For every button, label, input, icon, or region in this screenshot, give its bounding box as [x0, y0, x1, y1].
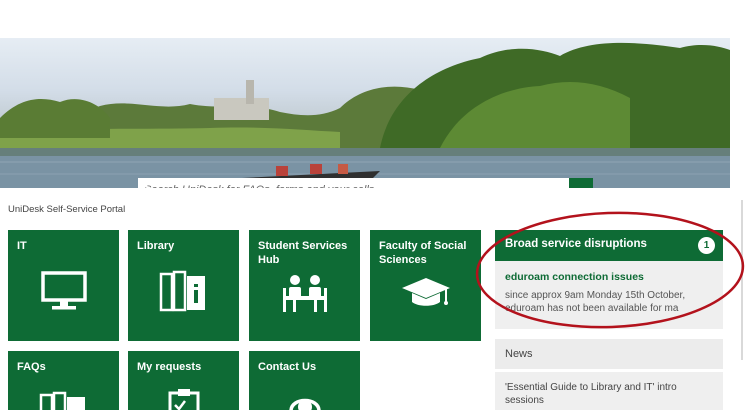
- headset-icon: [249, 389, 360, 410]
- monitor-icon: [8, 270, 119, 312]
- books-icon: [128, 268, 239, 314]
- news-header: News: [495, 339, 723, 369]
- disruptions-count-badge: 1: [698, 237, 715, 254]
- tile-label: FAQs: [17, 361, 46, 373]
- scrollbar-edge: [741, 200, 743, 360]
- tile-it[interactable]: IT: [8, 230, 119, 341]
- books-icon: [8, 389, 119, 410]
- disruption-item-title[interactable]: eduroam connection issues: [505, 271, 713, 283]
- disruptions-title: Broad service disruptions: [505, 238, 647, 250]
- tile-label: Contact Us: [258, 361, 317, 373]
- tile-label: My requests: [137, 361, 202, 373]
- text-fade-overlay: [633, 313, 723, 329]
- search-icon: [138, 178, 150, 188]
- tile-contact-us[interactable]: Contact Us: [249, 351, 360, 410]
- tile-label: IT: [17, 240, 27, 252]
- tile-library[interactable]: Library: [128, 230, 239, 341]
- clipboard-icon: [128, 387, 239, 410]
- tile-label: Student Services Hub: [258, 240, 348, 266]
- disruptions-header[interactable]: Broad service disruptions 1: [495, 230, 723, 261]
- search-button[interactable]: [138, 178, 593, 188]
- tile-student-services-hub[interactable]: Student Services Hub: [249, 230, 360, 341]
- disruption-item-text: since approx 9am Monday 15th October, ed…: [505, 290, 686, 314]
- tile-label: Library: [137, 240, 175, 252]
- search-bar: [138, 178, 593, 188]
- disruption-item[interactable]: eduroam connection issues since approx 9…: [495, 261, 723, 329]
- meeting-icon: [249, 274, 360, 316]
- portal-title: UniDesk Self-Service Portal: [8, 204, 126, 215]
- tile-label: Faculty of Social Sciences: [379, 240, 467, 266]
- hero-landscape-image: [0, 42, 730, 188]
- search-input[interactable]: [138, 178, 569, 188]
- news-item[interactable]: 'Essential Guide to Library and IT' intr…: [495, 372, 723, 410]
- hero-banner: [0, 38, 730, 188]
- tile-faculty-of-social-sciences[interactable]: Faculty of Social Sciences: [370, 230, 481, 341]
- tile-my-requests[interactable]: My requests: [128, 351, 239, 410]
- graduation-cap-icon: [370, 276, 481, 310]
- tile-faqs[interactable]: FAQs: [8, 351, 119, 410]
